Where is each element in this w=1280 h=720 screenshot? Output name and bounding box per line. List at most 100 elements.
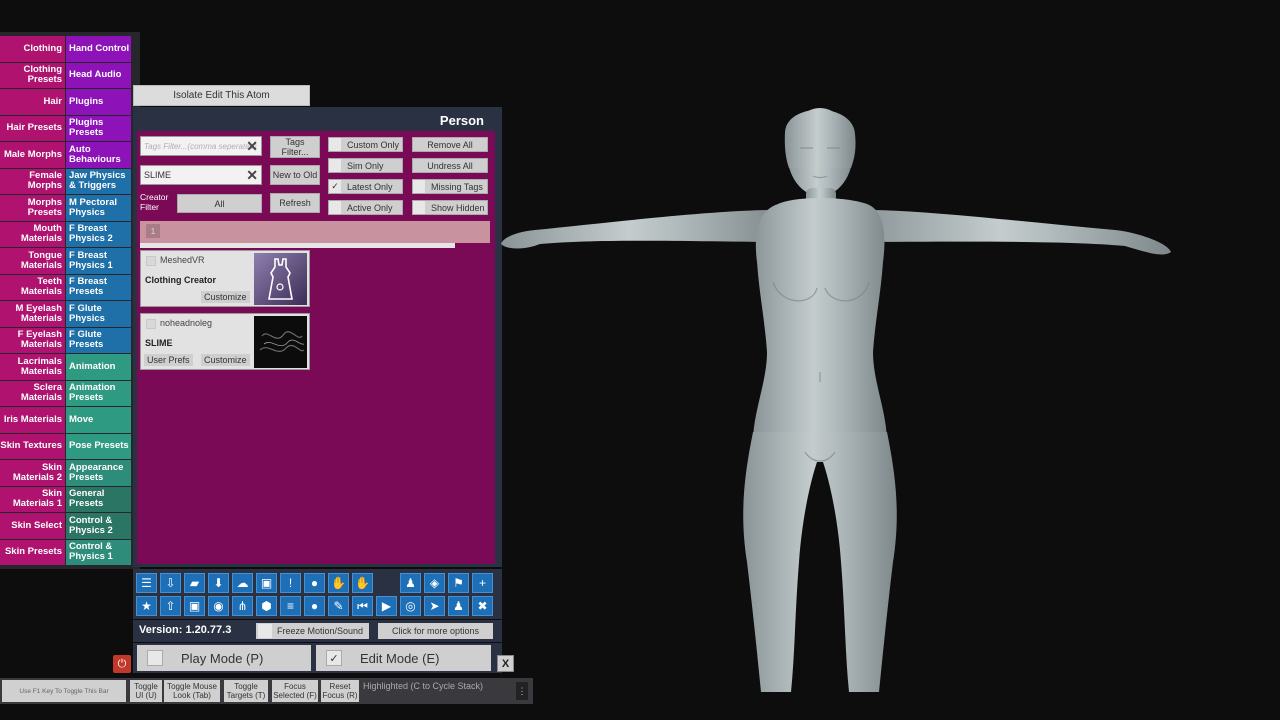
people-icon[interactable]: ♟ (448, 596, 469, 616)
tab-tongue-materials[interactable]: Tongue Materials (0, 248, 65, 274)
graph-icon[interactable]: ⋔ (232, 596, 253, 616)
tab-iris-materials[interactable]: Iris Materials (0, 407, 65, 433)
sim-only-toggle[interactable]: Sim Only (328, 158, 403, 173)
tab-m-eyelash-materials[interactable]: M Eyelash Materials (0, 301, 65, 327)
tab-appearance-presets[interactable]: Appearance Presets (66, 460, 131, 486)
freeze-checkbox[interactable] (258, 624, 272, 638)
tab-pose-presets[interactable]: Pose Presets (66, 433, 131, 459)
tab-animation[interactable]: Animation (66, 354, 131, 380)
tab-jaw-physics-triggers[interactable]: Jaw Physics & Triggers (66, 168, 131, 194)
target-icon[interactable]: ◎ (400, 596, 421, 616)
tab-skin-select[interactable]: Skin Select (0, 513, 65, 539)
tab-skin-materials-1[interactable]: Skin Materials 1 (0, 486, 65, 512)
tab-hair-presets[interactable]: Hair Presets (0, 115, 65, 141)
custom-only-toggle[interactable]: Custom Only (328, 137, 403, 152)
tab-head-audio[interactable]: Head Audio (66, 62, 131, 88)
focus-selected-button[interactable]: Focus Selected (F) (272, 680, 318, 702)
show-hidden-toggle[interactable]: Show Hidden (412, 200, 488, 215)
scrollbar[interactable] (140, 243, 455, 248)
list-item[interactable]: MeshedVR Clothing Creator Customize (140, 250, 310, 307)
user-prefs-button[interactable]: User Prefs (144, 354, 193, 366)
flag-icon[interactable]: ⚑ (448, 573, 469, 593)
tab-morphs-presets[interactable]: Morphs Presets (0, 195, 65, 221)
sim-only-checkbox[interactable] (329, 159, 341, 172)
search-input[interactable]: SLIME ✕ (140, 165, 262, 185)
package-icon[interactable]: ▣ (256, 573, 277, 593)
tab-clothing[interactable]: Clothing (0, 36, 65, 62)
clear-search-icon[interactable]: ✕ (246, 167, 258, 184)
star-icon[interactable]: ★ (136, 596, 157, 616)
tab-control-physics-2[interactable]: Control & Physics 2 (66, 513, 131, 539)
hand-select-icon[interactable]: ✋ (352, 573, 373, 593)
add-icon[interactable]: + (472, 573, 493, 593)
customize-button[interactable]: Customize (201, 291, 250, 303)
page-number-button[interactable]: 1 (146, 224, 160, 238)
missing-tags-checkbox[interactable] (413, 180, 425, 193)
toggle-ui-button[interactable]: Toggle UI (U) (130, 680, 162, 702)
latest-only-checkbox[interactable]: ✓ (329, 180, 341, 193)
document-icon[interactable]: ≡ (280, 596, 301, 616)
play-mode-button[interactable]: Play Mode (P) (137, 645, 311, 671)
folder-icon[interactable]: ▰ (184, 573, 205, 593)
unity-icon[interactable]: ◈ (424, 573, 445, 593)
tab-clothing-presets[interactable]: Clothing Presets (0, 62, 65, 88)
person-settings-icon[interactable]: ● (304, 596, 325, 616)
tab-sclera-materials[interactable]: Sclera Materials (0, 380, 65, 406)
tab-animation-presets[interactable]: Animation Presets (66, 380, 131, 406)
edit-icon[interactable]: ✎ (328, 596, 349, 616)
tags-filter-input[interactable]: Tags Filter...(comma seperated) ✕ (140, 136, 262, 156)
tools-icon[interactable]: ✖ (472, 596, 493, 616)
reset-focus-button[interactable]: Reset Focus (R) (321, 680, 359, 702)
latest-only-toggle[interactable]: ✓ Latest Only (328, 179, 403, 194)
load-scene-icon[interactable]: ⇩ (160, 573, 181, 593)
clear-tags-icon[interactable]: ✕ (246, 138, 258, 155)
person-icon[interactable]: ● (304, 573, 325, 593)
show-hidden-checkbox[interactable] (413, 201, 425, 214)
active-only-toggle[interactable]: Active Only (328, 200, 403, 215)
menu-icon[interactable]: ☰ (136, 573, 157, 593)
tab-hair[interactable]: Hair (0, 89, 65, 115)
refresh-button[interactable]: Refresh (270, 193, 320, 213)
hand-icon[interactable]: ✋ (328, 573, 349, 593)
alert-icon[interactable]: ! (280, 573, 301, 593)
cursor-icon[interactable]: ➤ (424, 596, 445, 616)
cloud-icon[interactable]: ☁ (232, 573, 253, 593)
tab-plugins-presets[interactable]: Plugins Presets (66, 115, 131, 141)
item-checkbox[interactable] (146, 319, 156, 329)
skip-back-icon[interactable]: ⏮ (352, 596, 373, 616)
tab-f-breast-physics-1[interactable]: F Breast Physics 1 (66, 248, 131, 274)
tab-f-breast-presets[interactable]: F Breast Presets (66, 274, 131, 300)
undress-all-button[interactable]: Undress All (412, 158, 488, 173)
tab-f-glute-physics[interactable]: F Glute Physics (66, 301, 131, 327)
customize-button[interactable]: Customize (201, 354, 250, 366)
freeze-motion-toggle[interactable]: Freeze Motion/Sound (256, 623, 369, 639)
person-figure[interactable] (495, 92, 1185, 704)
upload-icon[interactable]: ⇧ (160, 596, 181, 616)
tab-auto-behaviours[interactable]: Auto Behaviours (66, 142, 131, 168)
tab-f-glute-presets[interactable]: F Glute Presets (66, 327, 131, 353)
tab-mouth-materials[interactable]: Mouth Materials (0, 221, 65, 247)
save-icon[interactable]: ⬇ (208, 573, 229, 593)
isolate-edit-atom-button[interactable]: Isolate Edit This Atom (133, 85, 310, 106)
missing-tags-toggle[interactable]: Missing Tags (412, 179, 488, 194)
toggle-mouse-look-button[interactable]: Toggle Mouse Look (Tab) (164, 680, 220, 702)
tab-f-eyelash-materials[interactable]: F Eyelash Materials (0, 327, 65, 353)
screenshot-icon[interactable]: ▣ (184, 596, 205, 616)
toggle-targets-button[interactable]: Toggle Targets (T) (224, 680, 268, 702)
tab-control-physics-1[interactable]: Control & Physics 1 (66, 539, 131, 565)
sort-button[interactable]: New to Old (270, 165, 320, 185)
tab-lacrimals-materials[interactable]: Lacrimals Materials (0, 354, 65, 380)
item-checkbox[interactable] (146, 256, 156, 266)
tab-male-morphs[interactable]: Male Morphs (0, 142, 65, 168)
tab-move[interactable]: Move (66, 407, 131, 433)
tab-skin-presets[interactable]: Skin Presets (0, 539, 65, 565)
tab-plugins[interactable]: Plugins (66, 89, 131, 115)
tab-general-presets[interactable]: General Presets (66, 486, 131, 512)
tab-teeth-materials[interactable]: Teeth Materials (0, 274, 65, 300)
more-options-button[interactable]: Click for more options (378, 623, 493, 639)
tab-m-pectoral-physics[interactable]: M Pectoral Physics (66, 195, 131, 221)
active-only-checkbox[interactable] (329, 201, 341, 214)
hub-icon[interactable]: ⬢ (256, 596, 277, 616)
tags-filter-button[interactable]: Tags Filter... (270, 136, 320, 158)
camera-icon[interactable]: ◉ (208, 596, 229, 616)
